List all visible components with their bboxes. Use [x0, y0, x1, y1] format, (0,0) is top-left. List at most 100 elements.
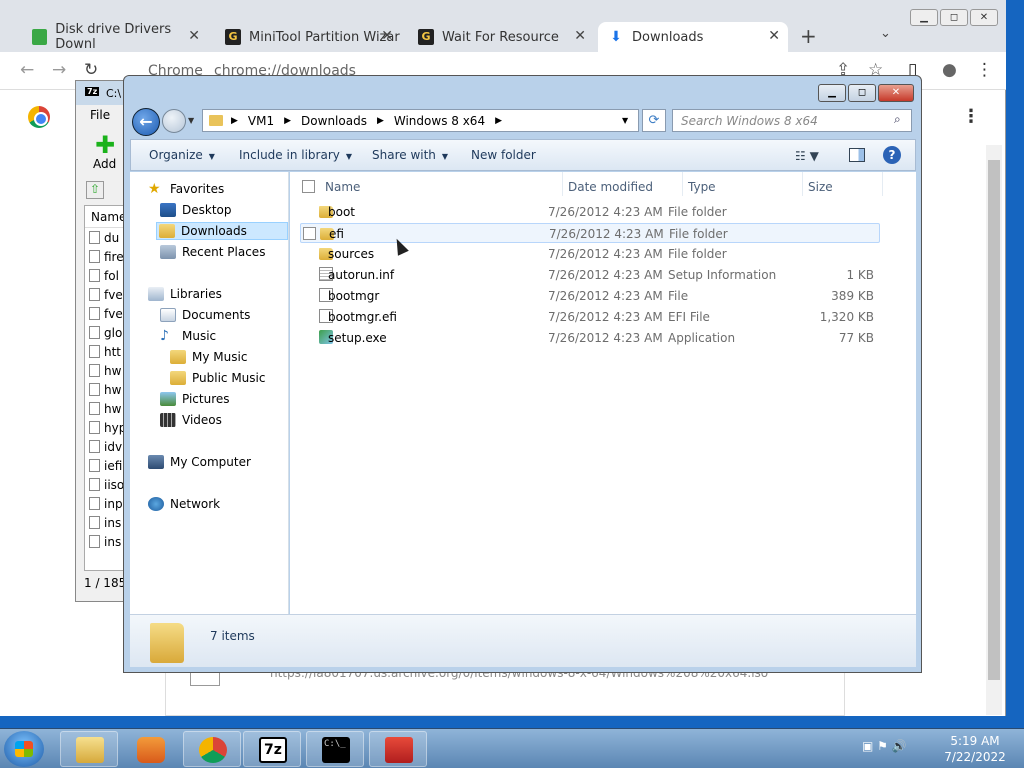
nav-label: My Computer — [170, 455, 251, 469]
column-header-type[interactable]: Type — [688, 180, 716, 194]
column-header-date-modified[interactable]: Date modified — [568, 180, 653, 194]
back-button[interactable]: ← — [132, 108, 160, 136]
row-checkbox[interactable] — [303, 227, 316, 240]
column-header-size[interactable]: Size — [808, 180, 833, 194]
nav-public-music[interactable]: Public Music — [170, 371, 265, 385]
include-in-library-button[interactable]: Include in library ▼ — [239, 148, 352, 162]
close-tab-icon[interactable]: ✕ — [381, 28, 393, 44]
column-divider[interactable] — [562, 172, 563, 196]
column-header-name[interactable]: Name — [325, 180, 360, 194]
file-name: boot — [328, 205, 356, 219]
breadcrumb-separator-icon[interactable]: ▶ — [284, 116, 291, 126]
add-plus-icon[interactable]: ✚ — [95, 131, 115, 159]
table-row[interactable]: bootmgr 7/26/2012 4:23 AM File 389 KB — [300, 286, 880, 306]
scrollbar-thumb[interactable] — [988, 160, 1000, 680]
new-tab-button[interactable]: + — [800, 24, 817, 48]
taskbar-chrome[interactable] — [183, 731, 241, 767]
close-tab-icon[interactable]: ✕ — [768, 28, 780, 44]
minimize-button[interactable]: ▁ — [910, 9, 938, 26]
nav-videos[interactable]: Videos — [160, 413, 222, 427]
select-all-checkbox[interactable] — [302, 180, 315, 193]
up-folder-icon[interactable]: ⇧ — [86, 181, 104, 199]
column-divider[interactable] — [802, 172, 803, 196]
nav-libraries[interactable]: Libraries — [148, 287, 222, 301]
help-icon[interactable]: ? — [883, 146, 901, 164]
breadcrumb-separator-icon[interactable]: ▶ — [231, 116, 238, 126]
table-row[interactable]: bootmgr.efi 7/26/2012 4:23 AM EFI File 1,32… — [300, 307, 880, 327]
nav-recent-places[interactable]: Recent Places — [160, 245, 265, 259]
file-icon — [89, 478, 100, 491]
breadcrumb-vm1[interactable]: VM1 — [248, 114, 274, 128]
nav-my-computer[interactable]: My Computer — [148, 455, 251, 469]
nav-documents[interactable]: Documents — [160, 308, 250, 322]
profile-icon[interactable]: ● — [942, 60, 957, 80]
close-window-button[interactable]: ✕ — [970, 9, 998, 26]
table-row[interactable]: autorun.inf 7/26/2012 4:23 AM Setup Inform… — [300, 265, 880, 285]
close-tab-icon[interactable]: ✕ — [188, 28, 200, 44]
nav-desktop[interactable]: Desktop — [160, 203, 232, 217]
maximize-button[interactable]: ◻ — [940, 9, 968, 26]
address-bar[interactable]: ▶ VM1 ▶ Downloads ▶ Windows 8 x64 ▶ — [202, 109, 639, 132]
history-dropdown-icon[interactable]: ▼ — [188, 116, 194, 125]
file-name: du — [104, 230, 120, 245]
add-button-label[interactable]: Add — [93, 157, 116, 171]
system-tray-icons[interactable]: ▣ ⚑ 🔊 — [862, 739, 907, 753]
file-type: File folder — [669, 227, 728, 241]
7zip-title: C:\ — [106, 87, 122, 100]
maximize-button[interactable]: ◻ — [848, 84, 876, 102]
breadcrumb-downloads[interactable]: Downloads — [301, 114, 367, 128]
share-with-button[interactable]: Share with ▼ — [372, 148, 448, 162]
taskbar-toolbox[interactable] — [369, 731, 427, 767]
forward-button[interactable] — [162, 109, 186, 133]
tab-minitool[interactable]: G MiniTool Partition Wizar ✕ — [215, 22, 401, 52]
clock[interactable]: 5:19 AM 7/22/2022 — [940, 733, 1010, 765]
breadcrumb-separator-icon[interactable]: ▶ — [377, 116, 384, 126]
change-view-icon[interactable]: ☷ ▼ — [795, 149, 819, 163]
tab-search-icon[interactable]: ⌄ — [880, 26, 891, 41]
downloads-menu-icon[interactable]: ⋮ — [962, 106, 980, 127]
close-tab-icon[interactable]: ✕ — [574, 28, 586, 44]
menu-file[interactable]: File — [90, 108, 110, 122]
column-divider[interactable] — [882, 172, 883, 196]
taskbar-media-player[interactable] — [121, 731, 179, 767]
start-button[interactable] — [4, 731, 44, 767]
search-input[interactable]: Search Windows 8 x64 — [672, 109, 912, 132]
taskbar-explorer[interactable] — [60, 731, 118, 767]
table-row[interactable]: efi 7/26/2012 4:23 AM File folder — [300, 223, 880, 243]
table-row[interactable]: sources 7/26/2012 4:23 AM File folder — [300, 244, 880, 264]
breadcrumb-windows-8-x64[interactable]: Windows 8 x64 — [394, 114, 485, 128]
chrome-menu-icon[interactable]: ⋮ — [976, 60, 993, 80]
file-icon — [89, 345, 100, 358]
column-divider[interactable] — [682, 172, 683, 196]
minimize-button[interactable]: ▁ — [818, 84, 846, 102]
new-folder-button[interactable]: New folder — [471, 148, 536, 162]
nav-my-music[interactable]: My Music — [170, 350, 247, 364]
folder-icon — [150, 623, 184, 663]
table-row[interactable]: boot 7/26/2012 4:23 AM File folder — [300, 202, 880, 222]
table-row[interactable]: setup.exe 7/26/2012 4:23 AM Application 77 … — [300, 328, 880, 348]
forward-icon[interactable]: → — [52, 60, 66, 80]
nav-network[interactable]: Network — [148, 497, 220, 511]
search-icon[interactable]: ⌕ — [894, 112, 901, 127]
tab-disk-drive-drivers[interactable]: Disk drive Drivers Downl ✕ — [22, 22, 208, 52]
nav-favorites[interactable]: ★ Favorites — [148, 182, 224, 196]
folder-icon — [170, 350, 186, 364]
taskbar-7zip[interactable]: 7z — [243, 731, 301, 767]
reload-icon[interactable]: ↻ — [84, 60, 98, 80]
address-dropdown-icon[interactable]: ▼ — [622, 116, 628, 125]
recent-places-icon — [160, 245, 176, 259]
taskbar-cmd[interactable]: C:\_ — [306, 731, 364, 767]
nav-downloads[interactable]: Downloads — [156, 222, 288, 240]
nav-music[interactable]: ♪ Music — [160, 329, 216, 343]
close-window-button[interactable]: ✕ — [878, 84, 914, 102]
tab-wait-for-resource[interactable]: G Wait For Resource ✕ — [408, 22, 594, 52]
preview-pane-icon[interactable] — [849, 148, 865, 162]
dropdown-arrow-icon: ▼ — [345, 152, 353, 161]
back-icon[interactable]: ← — [20, 60, 34, 80]
nav-pictures[interactable]: Pictures — [160, 392, 230, 406]
nav-label: Network — [170, 497, 221, 511]
breadcrumb-separator-icon[interactable]: ▶ — [495, 116, 502, 126]
tab-downloads[interactable]: ⬇ Downloads ✕ — [598, 22, 788, 52]
organize-button[interactable]: Organize ▼ — [149, 148, 215, 162]
refresh-icon[interactable]: ⟳ — [642, 109, 666, 132]
